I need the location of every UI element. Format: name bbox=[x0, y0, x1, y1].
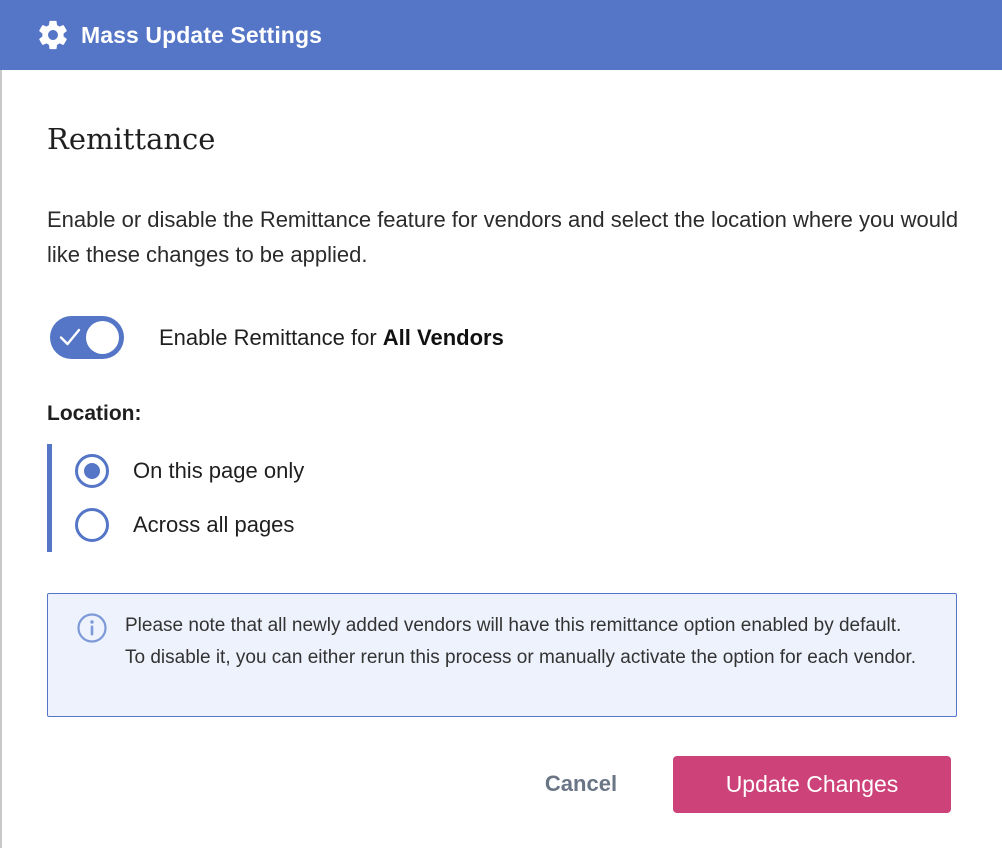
update-changes-button[interactable]: Update Changes bbox=[673, 756, 951, 813]
check-icon bbox=[58, 325, 82, 349]
radio-button-checked[interactable] bbox=[75, 454, 109, 488]
radio-label-all-pages: Across all pages bbox=[133, 512, 295, 537]
toggle-label-bold: All Vendors bbox=[382, 324, 504, 350]
location-label: Location: bbox=[47, 402, 142, 425]
toggle-label: Enable Remittance for All Vendors bbox=[159, 325, 504, 351]
remittance-toggle[interactable] bbox=[50, 316, 124, 359]
info-text: Please note that all newly added vendors… bbox=[125, 615, 917, 668]
mass-update-dialog: Mass Update Settings Remittance Enable o… bbox=[0, 0, 1002, 848]
radio-this-page[interactable]: On this page only bbox=[75, 454, 304, 488]
section-title: Remittance bbox=[47, 122, 216, 156]
remittance-toggle-row: Enable Remittance for All Vendors bbox=[50, 316, 504, 359]
info-notice: Please note that all newly added vendors… bbox=[47, 593, 957, 717]
gear-icon bbox=[36, 18, 70, 52]
section-description: Enable or disable the Remittance feature… bbox=[47, 207, 959, 267]
info-icon bbox=[76, 612, 108, 644]
dialog-border bbox=[0, 70, 2, 848]
toggle-knob bbox=[86, 321, 119, 354]
radio-button-unchecked[interactable] bbox=[75, 508, 109, 542]
dialog-header: Mass Update Settings bbox=[0, 0, 1002, 70]
dialog-title: Mass Update Settings bbox=[81, 21, 322, 48]
radio-all-pages[interactable]: Across all pages bbox=[75, 508, 294, 542]
toggle-label-prefix: Enable Remittance for bbox=[159, 324, 383, 350]
radio-label-this-page: On this page only bbox=[133, 458, 305, 483]
cancel-button[interactable]: Cancel bbox=[520, 756, 642, 812]
location-radio-group: On this page only Across all pages bbox=[47, 444, 447, 552]
